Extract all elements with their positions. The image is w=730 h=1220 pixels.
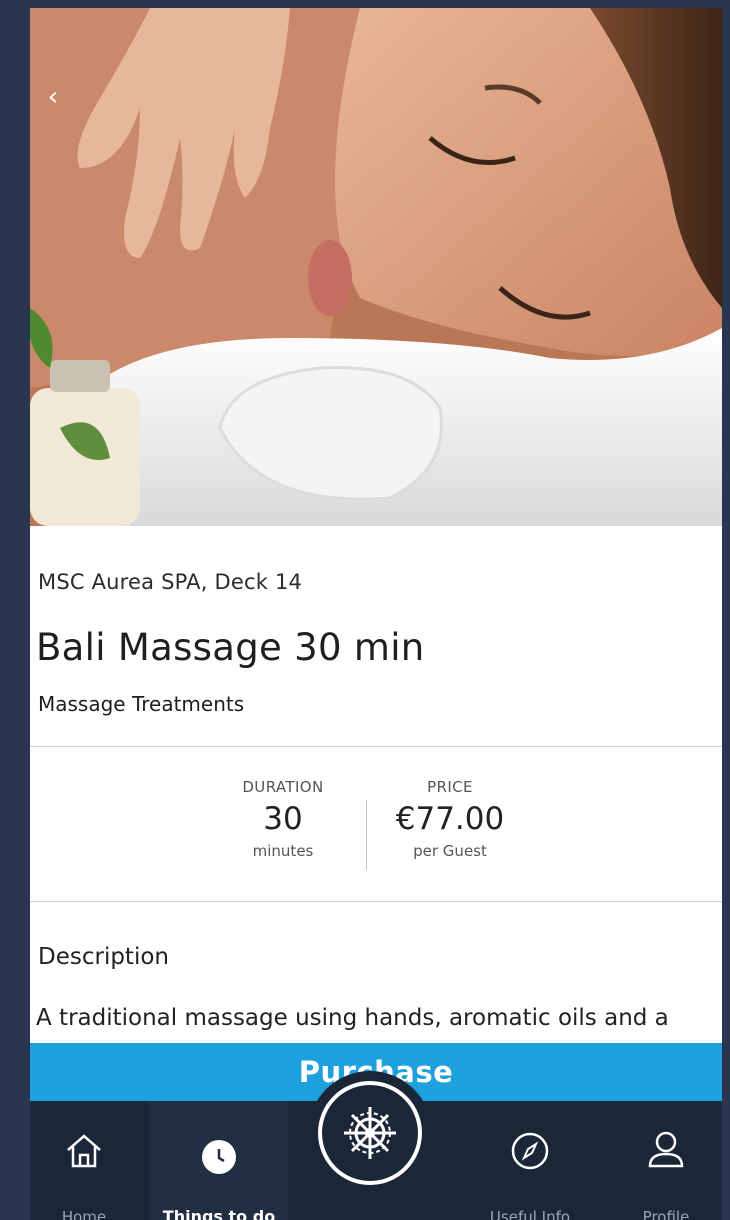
category-label: Massage Treatments xyxy=(38,692,245,716)
app-screen: ‹ MSC Aurea SPA, Deck 14 Bali Massage 30… xyxy=(30,8,722,1220)
price-label: PRICE xyxy=(427,778,473,796)
price-unit: per Guest xyxy=(413,842,487,860)
back-button[interactable]: ‹ xyxy=(40,80,66,114)
price-value: €77.00 xyxy=(395,801,505,837)
tab-useful-info[interactable]: Useful Info xyxy=(470,1101,590,1220)
tab-home[interactable]: Home xyxy=(30,1101,138,1220)
venue-label: MSC Aurea SPA, Deck 14 xyxy=(38,570,303,594)
divider xyxy=(30,746,722,747)
tab-label-profile: Profile xyxy=(642,1208,690,1220)
tab-label-useful-info: Useful Info xyxy=(489,1208,571,1220)
duration-value: 30 xyxy=(263,801,303,837)
page-title: Bali Massage 30 min xyxy=(36,626,425,669)
home-icon xyxy=(67,1134,101,1168)
hero-image: ‹ xyxy=(30,8,722,526)
profile-icon xyxy=(648,1131,684,1168)
tab-label-home: Home xyxy=(61,1208,107,1220)
ship-wheel-button[interactable] xyxy=(318,1081,422,1185)
ship-wheel-icon xyxy=(344,1107,396,1159)
clock-icon xyxy=(202,1140,236,1174)
bottom-tab-bar: Home Things to do Useful Info Profile xyxy=(30,1071,722,1220)
duration-stat: DURATION 30 minutes xyxy=(226,778,340,860)
price-stat: PRICE €77.00 per Guest xyxy=(380,778,520,860)
massage-photo xyxy=(30,8,722,526)
duration-label: DURATION xyxy=(242,778,324,796)
duration-unit: minutes xyxy=(252,842,314,860)
divider xyxy=(30,901,722,902)
stat-separator xyxy=(366,800,367,870)
description-heading: Description xyxy=(38,944,169,970)
tab-label-things-to-do: Things to do xyxy=(162,1207,276,1220)
tab-profile[interactable]: Profile xyxy=(610,1101,722,1220)
tab-things-to-do[interactable]: Things to do xyxy=(150,1101,288,1220)
compass-icon xyxy=(511,1132,549,1170)
